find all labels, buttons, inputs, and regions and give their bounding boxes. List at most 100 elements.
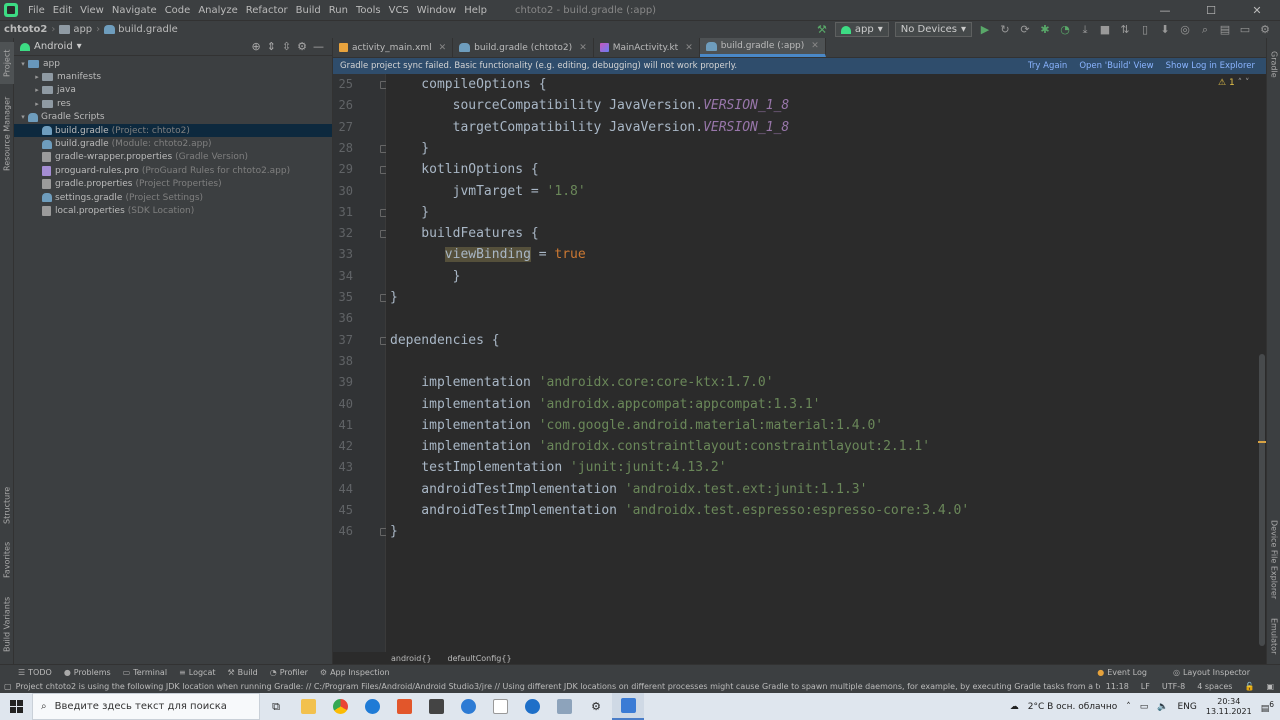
menu-code[interactable]: Code (161, 5, 195, 16)
tree-item[interactable]: build.gradle (Module: chtoto2.app) (14, 137, 332, 150)
menu-build[interactable]: Build (292, 5, 325, 16)
tree-item[interactable]: ▸ res (14, 97, 332, 110)
profile-icon[interactable]: ◔ (1058, 23, 1072, 37)
breadcrumb-project[interactable]: chtoto2 (0, 24, 51, 35)
indent-setting[interactable]: 4 spaces (1197, 682, 1232, 691)
tool-window-logcat[interactable]: ≡ Logcat (179, 668, 215, 677)
tool-window-profiler[interactable]: ◔ Profiler (270, 668, 308, 677)
close-icon[interactable]: ✕ (579, 43, 587, 53)
expand-arrow-icon[interactable]: ▾ (18, 60, 28, 68)
tool-window-terminal[interactable]: ▭ Terminal (123, 668, 167, 677)
tool-tab-emulator[interactable]: Emulator (1267, 612, 1280, 660)
apply-changes-icon[interactable]: ↻ (998, 23, 1012, 37)
notification-icon[interactable]: ▤6 (1261, 700, 1274, 714)
tool-tab-device-file-explorer[interactable]: Device File Explorer (1267, 518, 1280, 602)
sdk-manager-icon[interactable]: ⬇ (1158, 23, 1172, 37)
layout-inspector-button[interactable]: ◎ Layout Inspector (1173, 668, 1250, 677)
tool-tab-favorites[interactable]: Favorites (0, 538, 14, 582)
breadcrumb-file[interactable]: build.gradle (100, 24, 182, 35)
tree-item[interactable]: proguard-rules.pro (ProGuard Rules for ch… (14, 164, 332, 177)
volume-icon[interactable]: 🔈 (1157, 702, 1168, 712)
file-explorer-icon[interactable] (292, 693, 324, 720)
tree-item[interactable]: ▾ app (14, 57, 332, 70)
settings-icon[interactable]: ⚙ (1258, 23, 1272, 37)
tree-item[interactable]: ▾ Gradle Scripts (14, 111, 332, 124)
edge-icon[interactable] (356, 693, 388, 720)
tool-window-build[interactable]: ⚒ Build (227, 668, 257, 677)
caret-position[interactable]: 11:18 (1106, 682, 1129, 691)
menu-tools[interactable]: Tools (352, 5, 385, 16)
tree-item[interactable]: gradle-wrapper.properties (Gradle Version… (14, 151, 332, 164)
menu-vcs[interactable]: VCS (385, 5, 413, 16)
start-button[interactable] (0, 693, 32, 720)
close-icon[interactable]: ✕ (685, 43, 693, 53)
minimize-button[interactable]: — (1142, 4, 1188, 17)
maximize-button[interactable]: ☐ (1188, 4, 1234, 17)
tool-tab-resource-manager[interactable]: Resource Manager (0, 94, 14, 174)
menu-help[interactable]: Help (460, 5, 491, 16)
document-icon[interactable] (484, 693, 516, 720)
warning-indicator[interactable]: ⚠ 1 ˄ ˅ (1218, 78, 1249, 88)
menu-edit[interactable]: Edit (49, 5, 76, 16)
tree-item[interactable]: build.gradle (Project: chtoto2) (14, 123, 332, 138)
project-view-select[interactable]: Android ▾ (20, 41, 82, 52)
hammer-icon[interactable]: ⚒ (815, 23, 829, 37)
expand-arrow-icon[interactable]: ▾ (18, 113, 28, 121)
lock-icon[interactable]: 🔓 (1244, 682, 1254, 691)
close-icon[interactable]: ✕ (439, 43, 447, 53)
chrome-icon[interactable] (324, 693, 356, 720)
editor-breadcrumb-android[interactable]: android{} (391, 654, 432, 663)
debug-icon[interactable]: ✱ (1038, 23, 1052, 37)
run-config-select[interactable]: app ▾ (834, 22, 889, 37)
tool-tab-gradle[interactable]: Gradle (1267, 44, 1280, 84)
editor-breadcrumb-defaultconfig[interactable]: defaultConfig{} (448, 654, 512, 663)
android-studio-taskbar-icon[interactable] (612, 693, 644, 720)
tree-item[interactable]: gradle.properties (Project Properties) (14, 178, 332, 191)
chevron-up-icon[interactable]: ˄ (1126, 702, 1131, 712)
project-structure-icon[interactable]: ▤ (1218, 23, 1232, 37)
tool-window-app-inspection[interactable]: ⚙ App Inspection (320, 668, 390, 677)
editor-tab[interactable]: build.gradle (chtoto2) ✕ (453, 38, 594, 57)
3d-app-icon[interactable] (420, 693, 452, 720)
tree-item[interactable]: settings.gradle (Project Settings) (14, 191, 332, 204)
tool-tab-build-variants[interactable]: Build Variants (0, 592, 14, 656)
editor-tab[interactable]: MainActivity.kt ✕ (594, 38, 700, 57)
language-indicator[interactable]: ENG (1177, 702, 1196, 712)
event-log-button[interactable]: ● Event Log (1097, 668, 1147, 677)
tool-tab-structure[interactable]: Structure (0, 480, 14, 530)
weather-text[interactable]: 2°C В осн. облачно (1028, 702, 1118, 712)
scrollbar-thumb[interactable] (1259, 354, 1265, 646)
open-build-view-link[interactable]: Open 'Build' View (1079, 61, 1153, 71)
editor-scrollbar[interactable] (1258, 74, 1266, 652)
tool-window-problems[interactable]: ● Problems (64, 668, 111, 677)
editor-tab[interactable]: activity_main.xml ✕ (333, 38, 454, 57)
menu-run[interactable]: Run (325, 5, 352, 16)
layout-inspector-icon[interactable]: ◎ (1178, 23, 1192, 37)
stop-icon[interactable]: ■ (1098, 23, 1112, 37)
remote-app-icon[interactable] (516, 693, 548, 720)
try-again-link[interactable]: Try Again (1028, 61, 1067, 71)
collapse-arrow-icon[interactable]: ▸ (32, 100, 42, 108)
collapse-arrow-icon[interactable]: ▸ (32, 86, 42, 94)
menu-refactor[interactable]: Refactor (242, 5, 292, 16)
menu-analyze[interactable]: Analyze (194, 5, 241, 16)
tree-item[interactable]: ▸ java (14, 84, 332, 97)
terminal-icon[interactable]: ▭ (1238, 23, 1252, 37)
breadcrumb-module[interactable]: app (55, 24, 96, 35)
office-icon[interactable] (388, 693, 420, 720)
settings-app-icon[interactable]: ⚙ (580, 693, 612, 720)
gear-icon[interactable]: ⚙ (297, 40, 307, 53)
task-view-icon[interactable]: ⧉ (260, 693, 292, 720)
run-icon[interactable]: ▶ (978, 23, 992, 37)
window-app-icon[interactable] (548, 693, 580, 720)
menu-navigate[interactable]: Navigate (108, 5, 161, 16)
close-window-button[interactable]: ✕ (1234, 4, 1280, 17)
status-icon[interactable]: ▢ (4, 682, 12, 691)
tool-tab-project[interactable]: Project (0, 42, 14, 84)
store-icon[interactable] (452, 693, 484, 720)
network-icon[interactable]: ▭ (1140, 702, 1149, 712)
menu-file[interactable]: File (24, 5, 49, 16)
menu-window[interactable]: Window (413, 5, 460, 16)
code-editor[interactable]: compileOptions { sourceCompatibility Jav… (386, 74, 1266, 652)
clock[interactable]: 20:34 13.11.2021 (1206, 697, 1252, 717)
